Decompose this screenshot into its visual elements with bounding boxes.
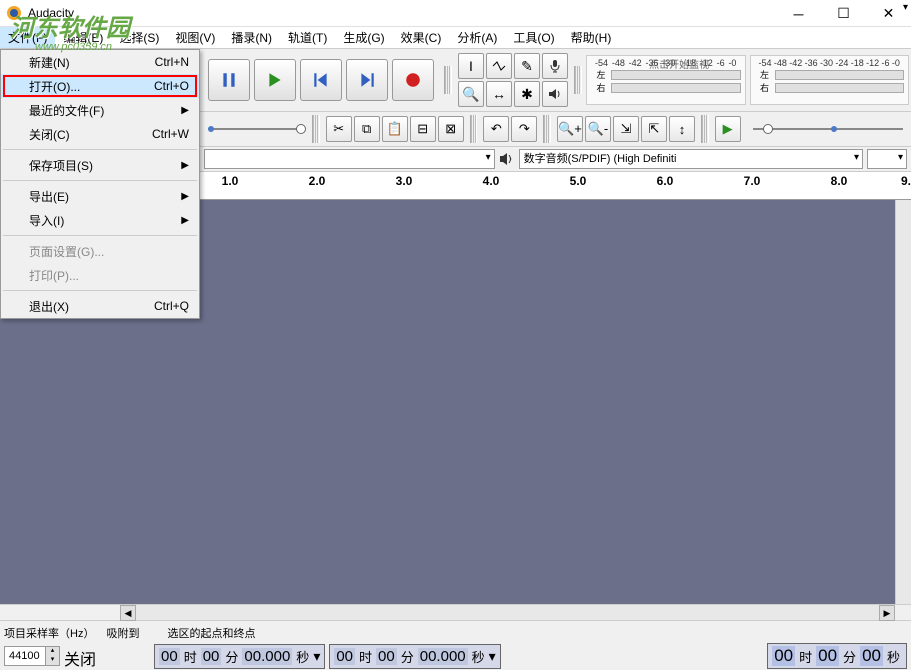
zoom-in-button[interactable]: 🔍+ (557, 116, 583, 142)
file-menu-dropdown: 新建(N)Ctrl+N 打开(O)...Ctrl+O 最近的文件(F)▶ 关闭(… (0, 49, 200, 319)
menu-close[interactable]: 关闭(C)Ctrl+W (1, 122, 199, 146)
output-device-combo[interactable]: 数字音频(S/PDIF) (High Definiti (519, 149, 863, 169)
record-button[interactable] (392, 59, 434, 101)
maximize-button[interactable]: ☐ (821, 0, 866, 27)
menu-print[interactable]: 打印(P)... (1, 263, 199, 287)
rec-meter-placeholder: 点击开始监视 (649, 56, 709, 71)
app-title: Audacity (28, 6, 74, 20)
menu-select[interactable]: 选择(S) (111, 27, 167, 48)
paste-button[interactable]: 📋 (382, 116, 408, 142)
menu-edit[interactable]: 编辑(E) (55, 27, 111, 48)
menu-recent[interactable]: 最近的文件(F)▶ (1, 98, 199, 122)
sample-rate-label: 项目采样率（Hz） (4, 625, 94, 641)
titlebar: Audacity ─ ☐ ✕ (0, 0, 911, 27)
horizontal-scrollbar[interactable]: ◀ ▶ (0, 604, 911, 620)
selection-label: 选区的起点和终点 (167, 625, 255, 641)
skip-end-button[interactable] (346, 59, 388, 101)
menu-tools[interactable]: 工具(O) (505, 27, 562, 48)
playback-speed-slider[interactable] (753, 121, 903, 137)
scroll-left-button[interactable]: ◀ (120, 605, 136, 621)
timeline-ruler[interactable]: 1.0 2.0 3.0 4.0 5.0 6.0 7.0 8.0 9. (200, 172, 911, 200)
fit-project-button[interactable]: ⇱ (641, 116, 667, 142)
menu-file[interactable]: 文件(F) (0, 27, 55, 48)
menu-new[interactable]: 新建(N)Ctrl+N (1, 50, 199, 74)
menu-effect[interactable]: 效果(C) (393, 27, 450, 48)
menubar: 文件(F) 编辑(E) 选择(S) 视图(V) 播录(N) 轨道(T) 生成(G… (0, 27, 911, 49)
play-at-speed-button[interactable]: ▶ (715, 116, 741, 142)
minimize-button[interactable]: ─ (776, 0, 821, 27)
menu-save-project[interactable]: 保存项目(S)▶ (1, 153, 199, 177)
zoom-toggle-button[interactable]: ↕ (669, 116, 695, 142)
timeshift-tool[interactable]: ↔ (486, 81, 512, 107)
draw-tool[interactable]: ✎ (514, 53, 540, 79)
menu-generate[interactable]: 生成(G) (335, 27, 392, 48)
zoom-out-button[interactable]: 🔍- (585, 116, 611, 142)
selection-end-time[interactable]: 00时 00分 00.000秒▾ (329, 644, 500, 669)
pause-button[interactable] (208, 59, 250, 101)
app-logo-icon (6, 5, 22, 21)
copy-button[interactable]: ⧉ (354, 116, 380, 142)
selection-tool[interactable]: I (458, 53, 484, 79)
play-button[interactable] (254, 59, 296, 101)
menu-export[interactable]: 导出(E)▶ (1, 184, 199, 208)
skip-start-button[interactable] (300, 59, 342, 101)
envelope-tool[interactable] (486, 53, 512, 79)
speaker-device-icon (499, 152, 515, 166)
menu-open[interactable]: 打开(O)...Ctrl+O (1, 74, 199, 98)
sample-rate-spinbox[interactable]: 44100 ▴▾ (4, 646, 60, 666)
selection-toolbar: 项目采样率（Hz） 吸附到 选区的起点和终点 44100 ▴▾ 关闭 00时 0… (0, 620, 911, 669)
trim-button[interactable]: ⊟ (410, 116, 436, 142)
recording-meter[interactable]: -54-48-42-36-30点击开始监视-18-12-6-0 左 右 (586, 55, 746, 105)
snap-label: 吸附到 (106, 625, 139, 641)
mic-icon[interactable] (542, 53, 568, 79)
menu-help[interactable]: 帮助(H) (563, 27, 620, 48)
transport-toolbar (200, 55, 442, 105)
menu-analyze[interactable]: 分析(A) (449, 27, 505, 48)
menu-view[interactable]: 视图(V) (167, 27, 223, 48)
menu-exit[interactable]: 退出(X)Ctrl+Q (1, 294, 199, 318)
fit-selection-button[interactable]: ⇲ (613, 116, 639, 142)
scroll-right-button[interactable]: ▶ (879, 605, 895, 621)
menu-page-setup[interactable]: 页面设置(G)... (1, 239, 199, 263)
speaker-icon[interactable] (542, 81, 568, 107)
silence-button[interactable]: ⊠ (438, 116, 464, 142)
zoom-tool[interactable]: 🔍 (458, 81, 484, 107)
cut-button[interactable]: ✂ (326, 116, 352, 142)
vertical-scrollbar[interactable] (895, 200, 911, 604)
undo-button[interactable]: ↶ (483, 116, 509, 142)
tools-toolbar: I ✎ 🔍 ↔ ✱ (454, 49, 572, 111)
device-toolbar: 数字音频(S/PDIF) (High Definiti (200, 147, 911, 172)
audio-host-combo[interactable] (204, 149, 495, 169)
multi-tool[interactable]: ✱ (514, 81, 540, 107)
menu-tracks[interactable]: 轨道(T) (280, 27, 335, 48)
redo-button[interactable]: ↷ (511, 116, 537, 142)
recording-volume-slider[interactable] (208, 121, 302, 137)
menu-import[interactable]: 导入(I)▶ (1, 208, 199, 232)
playback-meter[interactable]: -54-48-42-36-30-24-18-12-6-0 左 右 (750, 55, 910, 105)
selection-start-time[interactable]: 00时 00分 00.000秒▾ (154, 644, 325, 669)
audio-position-time[interactable]: 00时 00分 00秒 (767, 643, 907, 669)
channels-combo[interactable] (867, 149, 907, 169)
menu-transport[interactable]: 播录(N) (223, 27, 280, 48)
snap-combo[interactable]: 关闭 (64, 646, 134, 666)
